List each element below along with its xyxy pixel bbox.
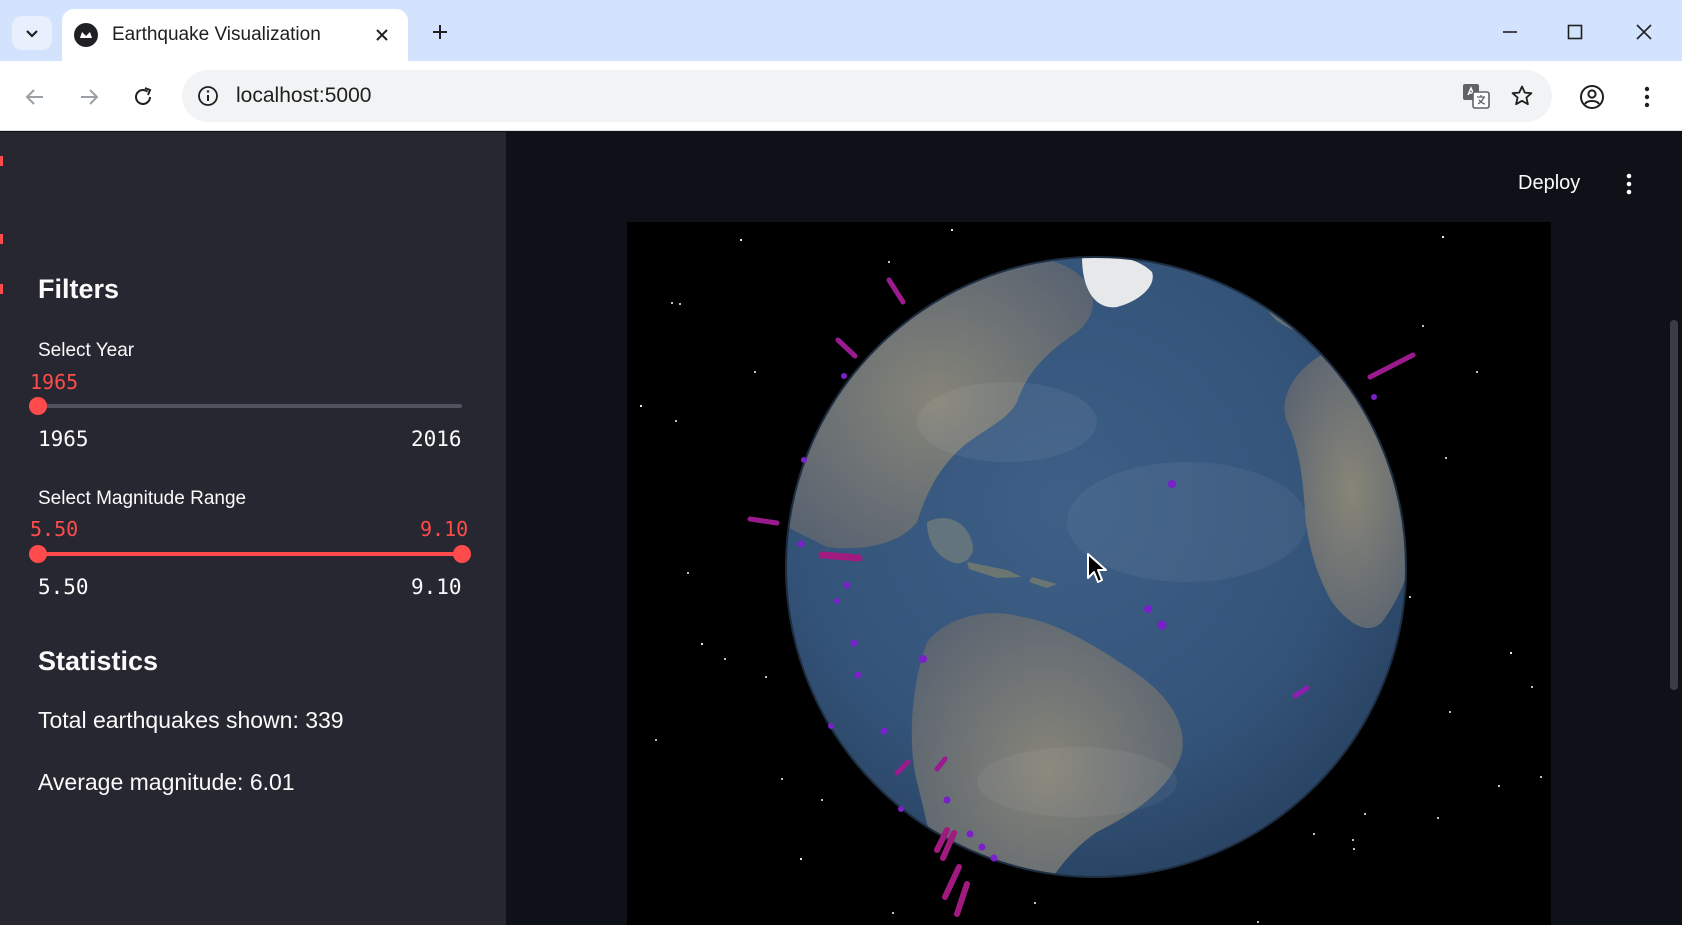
browser-toolbar: localhost:5000 [0,61,1682,131]
main-scrollbar[interactable] [1670,320,1678,690]
streamlit-favicon-icon [74,23,98,47]
sidebar-edge-mark [0,234,3,244]
earthquake-spike [886,277,906,305]
average-magnitude-stat: Average magnitude: 6.01 [38,769,295,795]
magnitude-range-slider[interactable] [29,545,471,563]
account-circle-icon [1580,85,1604,109]
sidebar: Filters Select Year 1965 1965 2016 Selec… [0,132,506,925]
magnitude-range-fill [38,552,462,556]
sidebar-edge-mark [0,284,3,294]
maximize-icon [1567,24,1583,40]
earthquake-dot [854,671,862,679]
sidebar-edge-mark [0,156,3,166]
minimize-icon [1503,31,1517,33]
earthquake-spike [1367,352,1416,380]
magnitude-slider-high-value: 9.10 [420,517,469,541]
main-content: Deploy [506,132,1682,925]
mouse-cursor-icon [1087,553,1107,583]
browser-menu-button[interactable] [1629,79,1665,115]
earthquake-dot [850,639,858,647]
magnitude-slider-min: 5.50 [38,575,89,599]
magnitude-slider-max: 9.10 [411,575,462,599]
close-window-button[interactable] [1626,14,1662,50]
new-tab-button[interactable] [426,18,454,46]
earthquake-dot [919,655,927,663]
filters-heading: Filters [38,274,120,304]
close-tab-button[interactable] [370,23,394,47]
tab-search-button[interactable] [12,16,52,50]
earthquake-dot [898,806,904,812]
streamlit-app: Filters Select Year 1965 1965 2016 Selec… [0,132,1682,925]
earth-globe [785,256,1407,878]
more-vert-icon [1626,173,1632,195]
magnitude-slider-high-thumb[interactable] [453,545,471,563]
year-slider-thumb[interactable] [29,397,47,415]
address-bar[interactable]: localhost:5000 [182,70,1552,122]
statistics-heading: Statistics [38,646,159,676]
magnitude-slider-low-thumb[interactable] [29,545,47,563]
app-menu-button[interactable] [1614,166,1644,202]
bookmark-star-icon[interactable] [1506,80,1538,112]
deploy-button[interactable]: Deploy [1518,172,1580,195]
earthquake-dot [797,540,805,548]
plus-icon [433,25,447,39]
earthquake-dot [1157,620,1167,630]
earthquake-dot [978,843,986,851]
total-earthquakes-stat: Total earthquakes shown: 339 [38,707,344,733]
earthquake-dot [843,581,851,589]
earthquake-dot [1168,480,1176,488]
arrow-right-icon [81,89,99,105]
earthquake-spike [954,881,970,917]
earthquake-dot [801,457,807,463]
maximize-button[interactable] [1557,14,1593,50]
reload-button[interactable] [125,79,161,115]
year-slider-min: 1965 [38,427,89,451]
earthquake-dot [828,723,834,729]
back-button[interactable] [17,79,53,115]
earthquake-dot [990,854,998,862]
earthquake-dot [880,727,888,735]
magnitude-slider-label: Select Magnitude Range [38,488,247,509]
minimize-button[interactable] [1492,14,1528,50]
forward-button[interactable] [71,79,107,115]
earthquake-dot [1371,394,1377,400]
year-slider-max: 2016 [411,427,462,451]
earthquake-dot [1144,605,1152,613]
earthquake-spike [942,864,962,900]
earthquake-dot [943,796,951,804]
profile-button[interactable] [1574,79,1610,115]
year-slider-value: 1965 [30,370,79,394]
earthquake-spike [747,516,780,526]
url-text[interactable]: localhost:5000 [236,84,1460,108]
close-icon [376,29,388,41]
earthquake-dot [966,830,974,838]
browser-tab[interactable]: Earthquake Visualization [62,9,408,61]
chevron-down-icon [26,30,38,38]
tab-title: Earthquake Visualization [112,24,321,45]
magnitude-slider-low-value: 5.50 [30,517,79,541]
earthquake-dot [834,598,840,604]
year-slider-label: Select Year [38,340,135,361]
earthquake-dot [841,373,847,379]
browser-tab-bar: Earthquake Visualization [0,0,1682,61]
more-vert-icon [1644,86,1650,108]
translate-icon[interactable] [1460,80,1492,112]
site-info-icon[interactable] [196,84,220,108]
reload-icon [135,87,152,105]
close-icon [1636,24,1652,40]
year-slider[interactable] [29,397,462,415]
earthquake-spike [818,551,863,562]
earthquake-spike [835,337,858,359]
arrow-left-icon [25,89,43,105]
